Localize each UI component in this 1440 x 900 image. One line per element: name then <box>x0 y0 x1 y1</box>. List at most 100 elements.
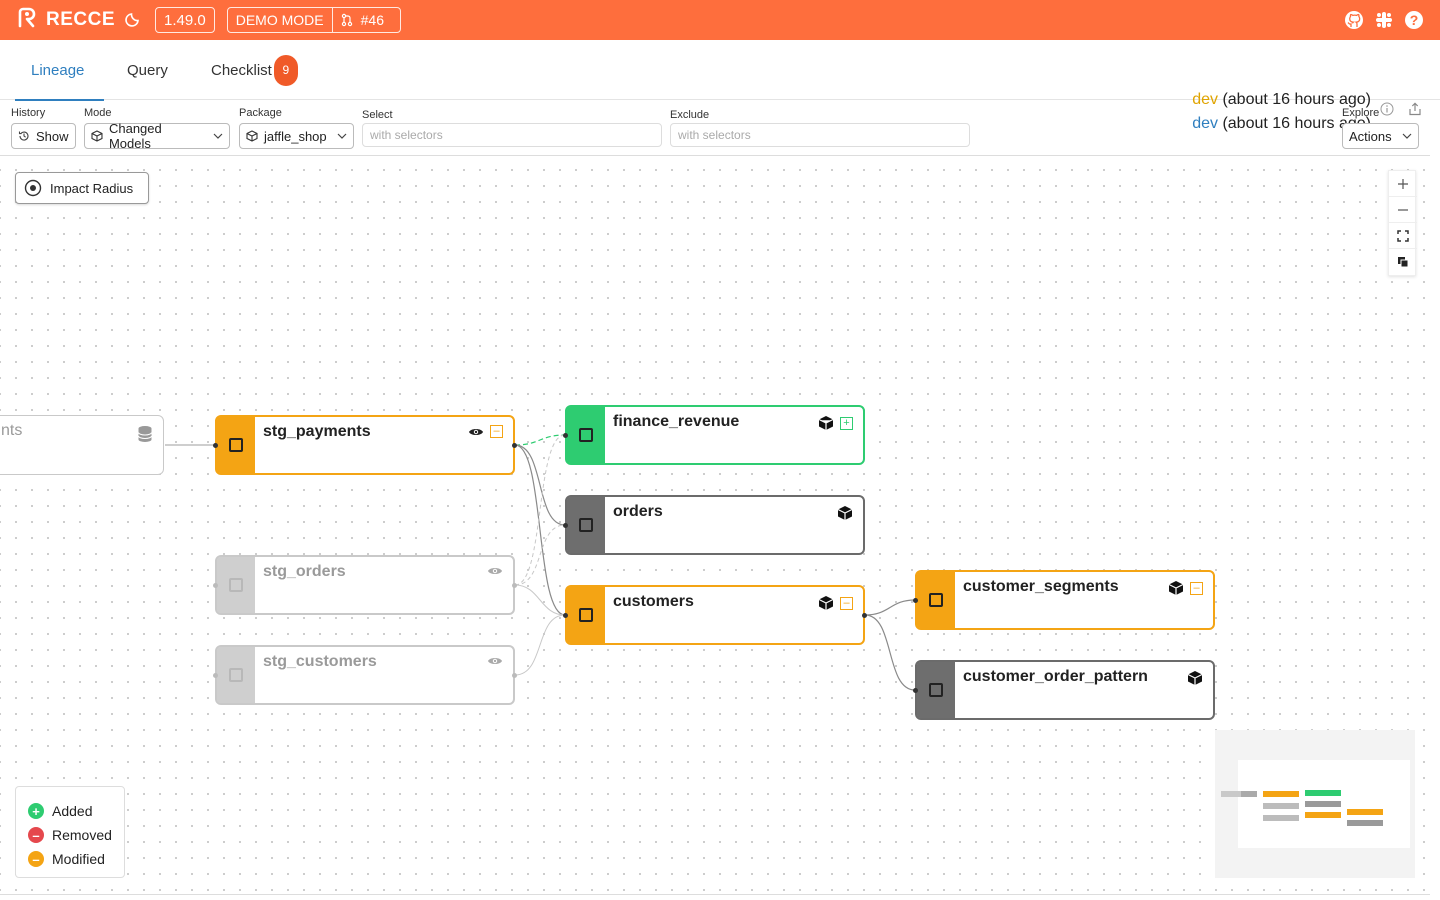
minimap-node <box>1305 790 1341 796</box>
lineage-node-customers[interactable]: customers – <box>563 585 867 645</box>
tab-checklist[interactable]: Checklist 9 <box>211 40 298 100</box>
node-select-checkbox[interactable] <box>217 647 255 703</box>
node-select-checkbox[interactable] <box>567 587 605 643</box>
minimap-node <box>1347 820 1383 826</box>
layers-icon <box>1398 257 1409 268</box>
model-cube-icon <box>818 596 834 610</box>
fit-view-button[interactable] <box>1389 223 1417 249</box>
impact-radius-button[interactable]: Impact Radius <box>15 172 149 204</box>
mode-value: Changed Models <box>108 121 162 151</box>
eye-icon[interactable] <box>468 426 484 438</box>
node-name: customers <box>613 593 694 610</box>
node-name: stg_orders <box>263 563 346 580</box>
added-status-icon: + <box>840 416 853 430</box>
chevron-down-icon <box>213 133 223 139</box>
app-name: RECCE <box>46 9 116 30</box>
minimap-node <box>1305 812 1341 818</box>
impact-radius-label: Impact Radius <box>50 180 134 196</box>
package-value: jaffle_shop <box>264 128 327 144</box>
node-name: stg_payments <box>263 423 371 440</box>
legend-removed: – Removed <box>28 823 124 847</box>
demo-mode-label: DEMO MODE <box>235 12 324 28</box>
lineage-node-stg-payments[interactable]: stg_payments – <box>213 415 517 475</box>
legend-modified-label: Modified <box>52 851 105 867</box>
history-label: History <box>11 107 46 119</box>
version-text: 1.49.0 <box>164 11 206 29</box>
legend-modified: – Modified <box>28 847 124 871</box>
chevron-down-icon <box>337 133 347 139</box>
top-bar: RECCE 1.49.0 DEMO MODE #46 ? <box>0 0 1440 40</box>
github-icon[interactable] <box>1344 10 1364 30</box>
checklist-count-badge: 9 <box>273 54 298 86</box>
toggle-minimap-button[interactable] <box>1389 249 1417 275</box>
eye-icon[interactable] <box>487 655 503 667</box>
tab-checklist-label: Checklist <box>211 61 272 79</box>
node-name: customer_segments <box>963 578 1119 595</box>
legend-added-label: Added <box>52 803 93 819</box>
package-icon <box>246 130 258 142</box>
database-icon <box>138 426 152 442</box>
plus-icon <box>1398 178 1408 189</box>
lineage-node-source-payments[interactable]: nts <box>0 415 164 475</box>
target-icon <box>24 179 42 197</box>
zoom-controls <box>1388 170 1417 276</box>
svg-text:?: ? <box>1410 12 1419 28</box>
lineage-node-finance-revenue[interactable]: finance_revenue + <box>563 405 865 465</box>
node-name: nts <box>1 422 23 439</box>
tab-lineage-label: Lineage <box>31 61 85 79</box>
bottom-divider <box>0 894 1430 895</box>
minimap[interactable] <box>1215 730 1415 878</box>
slack-icon[interactable] <box>1374 10 1394 30</box>
minimap-node <box>1263 815 1299 821</box>
demo-mode-badge[interactable]: DEMO MODE #46 <box>226 7 401 33</box>
node-select-checkbox[interactable] <box>567 497 605 553</box>
select-label: Select <box>362 109 393 121</box>
select-input[interactable]: with selectors <box>362 123 662 147</box>
zoom-out-button[interactable] <box>1389 197 1417 223</box>
tab-lineage[interactable]: Lineage <box>14 40 105 101</box>
brand[interactable]: RECCE <box>16 7 115 34</box>
tab-query[interactable]: Query <box>127 40 168 100</box>
node-select-checkbox[interactable] <box>917 662 955 718</box>
model-cube-icon <box>837 506 853 520</box>
lineage-node-stg-customers[interactable]: stg_customers <box>213 645 517 705</box>
lineage-canvas[interactable]: Impact Radius nts stg_payments – stg_ord… <box>0 156 1430 894</box>
modified-status-icon: – <box>490 425 503 438</box>
node-icons <box>137 425 153 443</box>
exclude-input[interactable]: with selectors <box>670 123 970 147</box>
modified-status-icon: – <box>840 596 853 610</box>
node-select-checkbox[interactable] <box>567 407 605 463</box>
lineage-node-customer-segments[interactable]: customer_segments – <box>913 570 1215 630</box>
package-label: Package <box>239 107 282 119</box>
package-select[interactable]: jaffle_shop <box>239 123 354 149</box>
mode-select[interactable]: Changed Models <box>84 121 230 151</box>
node-select-checkbox[interactable] <box>217 557 255 613</box>
dark-mode-toggle-icon[interactable] <box>125 9 143 32</box>
pull-request-link[interactable]: #46 <box>331 8 400 32</box>
minimap-node <box>1241 791 1257 797</box>
pr-number: #46 <box>360 12 384 28</box>
filter-bar: History Show Mode Changed Models Package… <box>0 100 1430 156</box>
lineage-node-stg-orders[interactable]: stg_orders <box>213 555 517 615</box>
actions-menu-button[interactable]: Actions <box>1342 123 1419 149</box>
explore-label: Explore <box>1342 107 1380 119</box>
model-cube-icon <box>91 130 103 142</box>
version-badge: 1.49.0 <box>155 7 215 33</box>
eye-icon[interactable] <box>487 565 503 577</box>
minimap-node <box>1263 803 1299 809</box>
node-select-checkbox[interactable] <box>217 417 255 473</box>
lineage-node-customer-order-pattern[interactable]: customer_order_pattern <box>913 660 1215 720</box>
node-name: finance_revenue <box>613 413 740 430</box>
lineage-node-orders[interactable]: orders <box>563 495 865 555</box>
help-icon[interactable]: ? <box>1404 10 1424 30</box>
legend-added: + Added <box>28 799 124 823</box>
history-value: Show <box>36 128 69 144</box>
model-cube-icon <box>818 416 834 430</box>
minimap-node <box>1305 801 1341 807</box>
tab-query-label: Query <box>127 61 168 79</box>
node-select-checkbox[interactable] <box>917 572 955 628</box>
model-cube-icon <box>1187 671 1203 685</box>
zoom-in-button[interactable] <box>1389 171 1417 197</box>
pull-request-icon <box>341 13 352 27</box>
history-toggle-button[interactable]: Show <box>11 123 76 149</box>
